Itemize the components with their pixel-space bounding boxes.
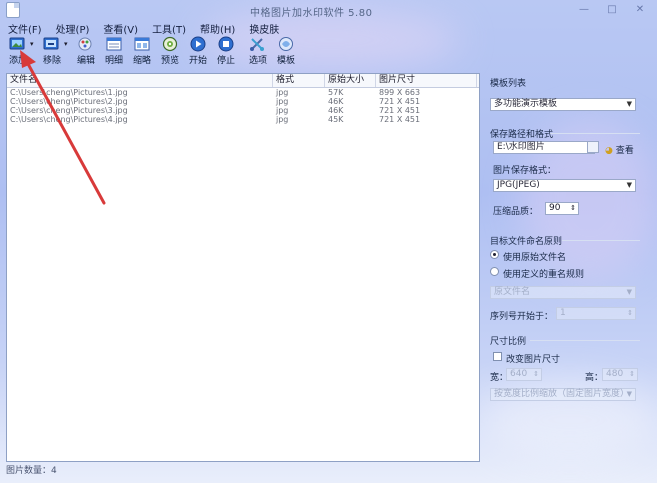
size-group-label: 尺寸比例	[490, 337, 527, 347]
divider	[550, 133, 640, 134]
spin-arrows-icon: ⇕	[533, 370, 539, 378]
change-size-checkbox[interactable]	[493, 352, 502, 361]
scale-mode-select[interactable]: 按宽度比例缩放（固定图片宽度） ▼	[490, 388, 636, 401]
change-size-label: 改变图片尺寸	[506, 355, 561, 365]
radio-custom-label: 使用定义的重名规则	[503, 270, 585, 280]
chevron-down-icon: ▼	[626, 100, 632, 108]
spin-arrows-icon: ⇕	[570, 204, 576, 212]
height-label: 高：	[585, 373, 604, 383]
chevron-down-icon: ▼	[626, 390, 632, 398]
divider	[562, 240, 640, 241]
name-rule-select[interactable]: 原文件名 ▼	[490, 286, 636, 299]
radio-original-name[interactable]	[490, 250, 499, 259]
status-image-count: 图片数量：4	[6, 466, 57, 476]
chevron-down-icon: ▼	[626, 181, 632, 189]
template-list-label: 模板列表	[490, 79, 527, 89]
chevron-down-icon: ▼	[626, 288, 632, 296]
sequence-label: 序列号开始于：	[490, 312, 554, 322]
naming-group-label: 目标文件命名原则	[490, 237, 563, 247]
width-stepper[interactable]: 640 ⇕	[506, 368, 542, 381]
radio-custom-name[interactable]	[490, 267, 499, 276]
sequence-stepper[interactable]: 1 ⇕	[556, 307, 636, 320]
template-select[interactable]: 多功能演示模板 ▼	[490, 98, 636, 111]
save-path-input[interactable]: E:\水印图片	[493, 141, 595, 154]
quality-stepper[interactable]: 90 ⇕	[545, 202, 579, 215]
spin-arrows-icon: ⇕	[627, 309, 633, 317]
view-button[interactable]: ◕ 查看	[605, 143, 634, 156]
height-stepper[interactable]: 480 ⇕	[602, 368, 638, 381]
quality-label: 压缩品质：	[493, 207, 539, 217]
save-group-label: 保存路径和格式	[490, 130, 554, 140]
globe-icon: ◕	[605, 146, 613, 156]
spin-arrows-icon: ⇕	[629, 370, 635, 378]
browse-folder-button[interactable]	[587, 141, 599, 153]
format-label: 图片保存格式：	[493, 166, 557, 176]
divider	[530, 340, 640, 341]
radio-original-label: 使用原始文件名	[503, 253, 567, 263]
format-select[interactable]: JPG(JPEG) ▼	[493, 179, 636, 192]
